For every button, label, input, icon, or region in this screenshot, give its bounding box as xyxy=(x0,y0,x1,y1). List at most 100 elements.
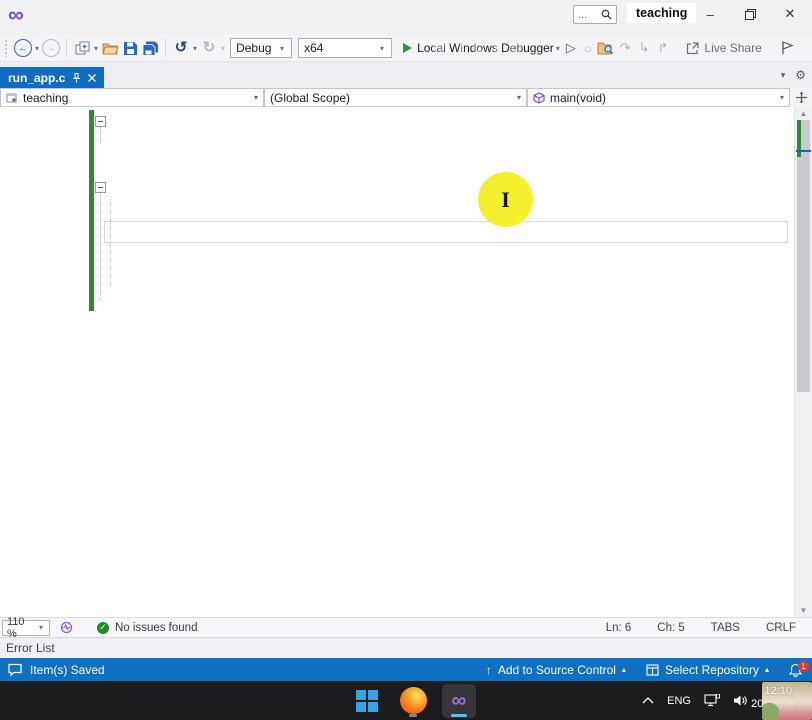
close-button[interactable]: ✕ xyxy=(770,0,810,28)
toolbar-separator xyxy=(165,39,166,57)
configuration-value: Debug xyxy=(236,41,271,55)
toolbar: ← ▾ → ▾ xyxy=(0,35,812,62)
member-name: main(void) xyxy=(550,91,606,105)
document-health-indicator[interactable] xyxy=(60,621,73,634)
feedback-flag-button[interactable] xyxy=(778,37,798,59)
new-item-dropdown[interactable]: ▾ xyxy=(92,44,100,53)
scrollbar-thumb[interactable] xyxy=(797,120,810,392)
line-indicator: Ln: 6 xyxy=(606,622,632,634)
window-title: teaching xyxy=(627,3,696,23)
flag-icon xyxy=(781,41,794,55)
tab-options-gear-icon[interactable]: ⚙ xyxy=(795,68,806,82)
taskbar-visual-studio-button[interactable]: ∞ xyxy=(442,684,476,718)
taskbar-time[interactable]: 12:10 xyxy=(764,685,792,697)
save-all-button[interactable] xyxy=(140,37,160,59)
find-in-files-icon xyxy=(597,41,614,55)
solution-configuration-combo[interactable]: Debug ▾ xyxy=(230,38,292,58)
scroll-down-icon[interactable]: ▼ xyxy=(795,606,812,615)
start-debugging-dropdown[interactable]: ▾ xyxy=(554,44,562,53)
add-to-source-control-button[interactable]: ↑ Add to Source Control ▴ xyxy=(486,663,626,677)
search-box[interactable]: ... xyxy=(573,5,617,24)
member-caret-icon: ▾ xyxy=(780,93,784,102)
notifications-button[interactable]: 1 xyxy=(789,663,802,677)
tab-run-app-c[interactable]: run_app.c xyxy=(0,67,104,88)
notification-count-badge: 1 xyxy=(798,661,809,672)
windows-taskbar: ∞ ENG 2024/2/4 12:10 xyxy=(0,681,812,720)
tray-chevron-icon[interactable] xyxy=(642,697,654,704)
zoom-level-value: 110 % xyxy=(7,616,37,640)
split-window-button[interactable] xyxy=(790,88,812,107)
zoom-caret-icon: ▾ xyxy=(37,623,45,632)
save-button[interactable] xyxy=(120,37,140,59)
network-icon[interactable] xyxy=(704,694,720,707)
volume-icon[interactable] xyxy=(733,694,748,707)
redo-button[interactable]: ↻ xyxy=(199,37,219,59)
error-list-title: Error List xyxy=(6,641,55,655)
new-item-button[interactable] xyxy=(72,37,92,59)
step-over-icon[interactable]: ↷ xyxy=(620,40,631,56)
undo-button[interactable]: ↺ xyxy=(171,37,191,59)
solution-platform-combo[interactable]: x64 ▾ xyxy=(298,38,392,58)
window-controls: – ✕ xyxy=(690,0,810,28)
minimize-button[interactable]: – xyxy=(690,0,730,28)
column-indicator: Ch: 5 xyxy=(657,622,685,634)
start-without-debugging-icon[interactable]: ▷ xyxy=(566,40,576,56)
project-dropdown[interactable]: teaching ▾ xyxy=(0,88,264,107)
pin-tab-icon[interactable] xyxy=(72,73,81,83)
search-value: ... xyxy=(578,10,587,20)
scope-dropdown[interactable]: (Global Scope) ▾ xyxy=(264,88,527,107)
line-ending-indicator[interactable]: CRLF xyxy=(766,622,796,634)
project-icon xyxy=(6,92,18,104)
code-editor[interactable]: ▲ ▼ xyxy=(0,107,812,617)
redo-dropdown[interactable]: ▾ xyxy=(219,44,227,53)
step-out-icon[interactable]: ↱ xyxy=(658,40,669,56)
member-dropdown[interactable]: main(void) ▾ xyxy=(527,88,790,107)
scope-caret-icon: ▾ xyxy=(517,93,521,102)
project-name: teaching xyxy=(23,91,68,105)
close-tab-icon[interactable] xyxy=(88,74,96,82)
navigation-bar: teaching ▾ (Global Scope) ▾ main(void) ▾ xyxy=(0,88,812,107)
add-to-source-control-caret-icon: ▴ xyxy=(622,665,626,674)
navigate-back-dropdown[interactable]: ▾ xyxy=(33,44,41,53)
vertical-scrollbar[interactable]: ▲ ▼ xyxy=(794,107,812,617)
error-list-panel-header[interactable]: Error List xyxy=(0,637,812,658)
splitter-icon xyxy=(796,92,807,103)
start-debugging-button[interactable]: Local Windows Debugger ▾ xyxy=(395,41,562,55)
status-bar: Item(s) Saved ↑ Add to Source Control ▴ … xyxy=(0,658,812,681)
save-icon xyxy=(123,41,138,56)
upload-arrow-icon: ↑ xyxy=(486,663,492,677)
navigate-forward-button[interactable]: → xyxy=(41,37,61,59)
language-indicator[interactable]: ENG xyxy=(667,695,691,707)
fold-marker-line-4[interactable] xyxy=(95,182,106,193)
platform-value: x64 xyxy=(304,41,323,55)
current-line-highlight xyxy=(104,221,788,243)
save-all-icon xyxy=(142,41,159,56)
navigate-back-button[interactable]: ← xyxy=(13,37,33,59)
find-in-files-button[interactable] xyxy=(596,37,616,59)
feedback-bubble-icon[interactable] xyxy=(8,663,22,676)
scroll-up-icon[interactable]: ▲ xyxy=(795,109,812,118)
tab-list-dropdown-icon[interactable]: ▾ xyxy=(781,70,786,81)
zoom-level-combo[interactable]: 110 % ▾ xyxy=(2,620,50,636)
live-share-icon xyxy=(686,42,699,55)
start-button[interactable] xyxy=(350,684,384,718)
taskbar-firefox-button[interactable] xyxy=(396,684,430,718)
search-icon xyxy=(601,9,612,20)
fold-marker-line-1[interactable] xyxy=(95,116,106,127)
live-share-button[interactable]: Live Share xyxy=(686,41,761,55)
toolbar-grip-handle[interactable] xyxy=(4,39,9,57)
issues-message: No issues found xyxy=(115,622,197,634)
step-into-icon[interactable]: ↳ xyxy=(639,40,650,56)
attach-to-process-icon[interactable]: ○ xyxy=(584,41,592,56)
undo-dropdown[interactable]: ▾ xyxy=(191,44,199,53)
indentation-indicator[interactable]: TABS xyxy=(711,622,740,634)
select-repository-button[interactable]: Select Repository ▴ xyxy=(646,663,769,677)
play-icon xyxy=(403,43,412,53)
open-folder-icon xyxy=(102,41,119,55)
configuration-caret-icon: ▾ xyxy=(278,44,286,53)
platform-caret-icon: ▾ xyxy=(378,44,386,53)
open-folder-button[interactable] xyxy=(100,37,120,59)
start-debugging-label: Local Windows Debugger xyxy=(417,41,554,55)
restore-button[interactable] xyxy=(730,0,770,28)
scope-name: (Global Scope) xyxy=(270,91,350,105)
